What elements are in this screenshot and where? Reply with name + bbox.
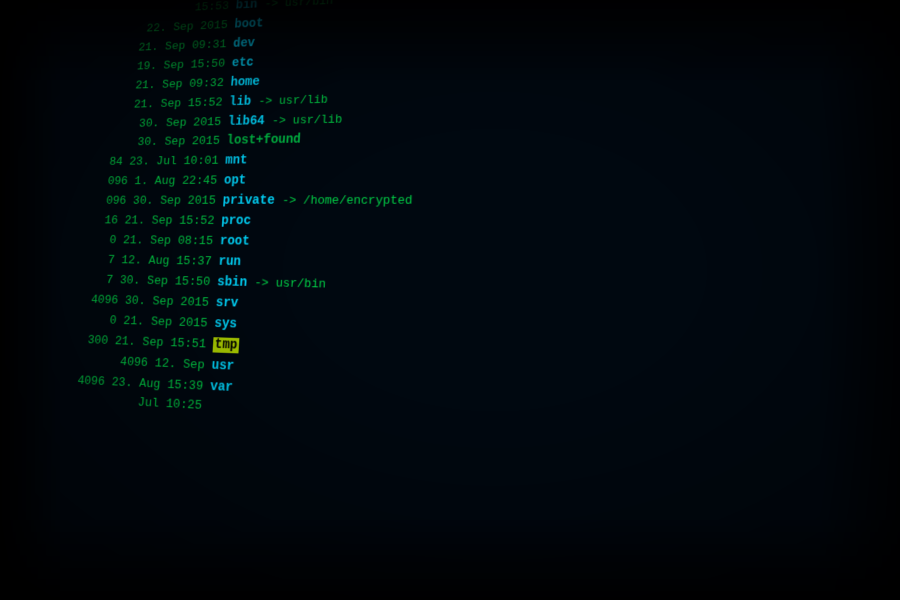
terminal-line: 096 30. Sep 2015 private -> /home/encryp… (0, 190, 900, 214)
edge-left (0, 0, 60, 600)
terminal-content: 15:53 bin -> usr/bin 22. Sep 2015 boot 2… (6, 0, 900, 600)
edge-bottom (0, 520, 900, 600)
terminal-window: 15:53 bin -> usr/bin 22. Sep 2015 boot 2… (0, 0, 900, 600)
edge-right (820, 0, 900, 600)
tmp-highlighted: tmp (213, 337, 240, 353)
edge-top (0, 0, 900, 80)
